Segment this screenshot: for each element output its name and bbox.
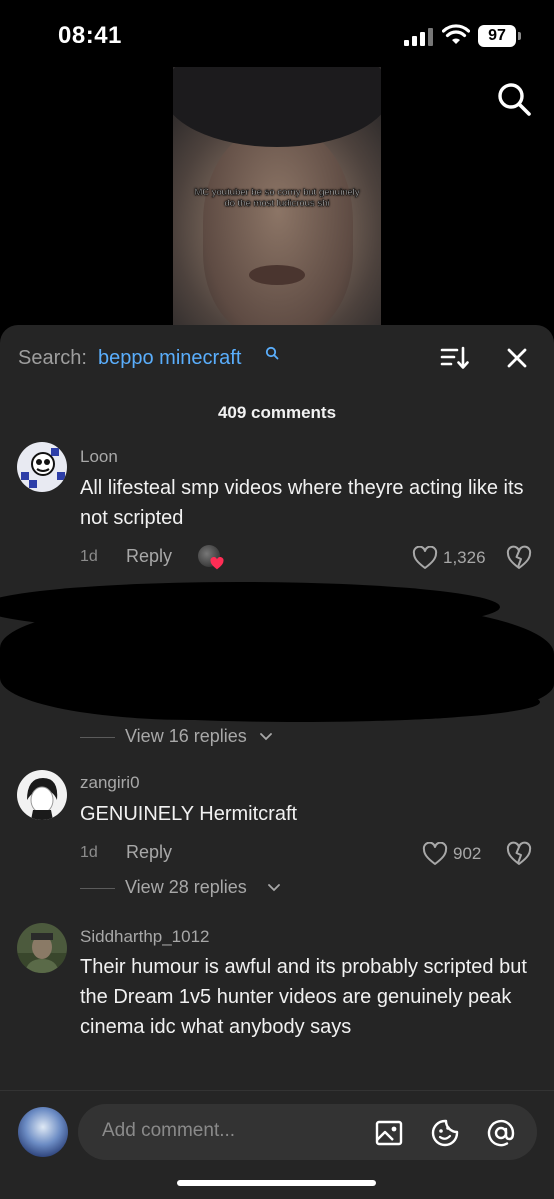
sticker-icon[interactable] <box>430 1118 460 1148</box>
video-thumbnail[interactable]: MC youtuber be so corny but genuinely do… <box>173 67 381 325</box>
video-mouth <box>249 265 305 285</box>
like-count: 1,326 <box>443 548 486 567</box>
comment-input-bar: Add comment... <box>0 1090 554 1199</box>
comment-username[interactable]: zangiri0 <box>80 773 140 793</box>
status-time: 08:41 <box>58 22 122 49</box>
video-caption: MC youtuber be so corny but genuinely do… <box>194 187 360 209</box>
divider-line <box>80 737 115 738</box>
comments-sheet: Search: beppo minecraft 409 comments Loo… <box>0 325 554 1199</box>
like-heart-icon[interactable] <box>412 546 438 570</box>
comment-text: GENUINELY Hermitcraft <box>80 803 298 825</box>
dislike-icon[interactable] <box>506 841 532 867</box>
add-comment-placeholder: Add comment... <box>102 1120 236 1141</box>
comment-item: Loon All lifesteal smp videos where they… <box>0 442 554 746</box>
wifi-icon <box>442 24 470 44</box>
creator-liked-badge <box>198 545 224 571</box>
video-face <box>203 127 353 325</box>
view-replies-label: View 16 replies <box>125 726 247 746</box>
comment-text: All lifesteal smp videos where theyre ac… <box>80 477 524 529</box>
reply-button[interactable]: Reply <box>126 842 172 863</box>
comment-text: Their humour is awful and its probably s… <box>80 956 527 1038</box>
view-replies-label: View 28 replies <box>125 877 247 897</box>
like-count: 902 <box>453 844 482 863</box>
avatar[interactable] <box>17 923 67 973</box>
redacted-area <box>60 682 540 722</box>
search-label: Search: <box>18 347 87 369</box>
video-beanie <box>173 67 381 147</box>
heart-badge-icon <box>210 557 224 570</box>
comment-item: Siddharthp_1012 Their humour is awful an… <box>0 923 554 1093</box>
comment-count: 409 comments <box>217 403 337 422</box>
status-bar: 08:41 97 <box>0 0 554 70</box>
view-replies-button[interactable]: View 28 replies <box>80 877 300 901</box>
avatar[interactable] <box>17 442 67 492</box>
add-comment-input[interactable]: Add comment... <box>78 1104 537 1160</box>
search-icon[interactable] <box>496 81 532 117</box>
search-query-link[interactable]: beppo minecraft <box>98 347 241 370</box>
redacted-area <box>0 582 500 632</box>
view-replies-button[interactable]: View 16 replies <box>80 726 300 750</box>
dislike-icon[interactable] <box>506 545 532 571</box>
divider-line <box>80 888 115 889</box>
cellular-signal-icon <box>404 28 434 46</box>
battery-indicator: 97 <box>478 25 521 47</box>
avatar[interactable] <box>17 770 67 820</box>
my-avatar[interactable] <box>18 1107 68 1157</box>
close-icon[interactable] <box>504 345 530 371</box>
sort-icon[interactable] <box>440 345 470 371</box>
mention-icon[interactable] <box>486 1118 516 1148</box>
comment-username[interactable]: Loon <box>80 447 118 467</box>
comment-item: zangiri0 GENUINELY Hermitcraft 1d Reply … <box>0 768 554 898</box>
like-heart-icon[interactable] <box>422 842 448 866</box>
image-icon[interactable] <box>374 1118 404 1148</box>
comment-date: 1d <box>80 844 98 861</box>
comment-username[interactable]: Siddharthp_1012 <box>80 927 210 947</box>
comment-date: 1d <box>80 548 98 565</box>
search-query-icon <box>265 346 279 360</box>
home-indicator <box>177 1180 376 1186</box>
chevron-down-icon <box>260 733 272 741</box>
chevron-down-icon <box>268 884 280 892</box>
reply-button[interactable]: Reply <box>126 546 172 567</box>
